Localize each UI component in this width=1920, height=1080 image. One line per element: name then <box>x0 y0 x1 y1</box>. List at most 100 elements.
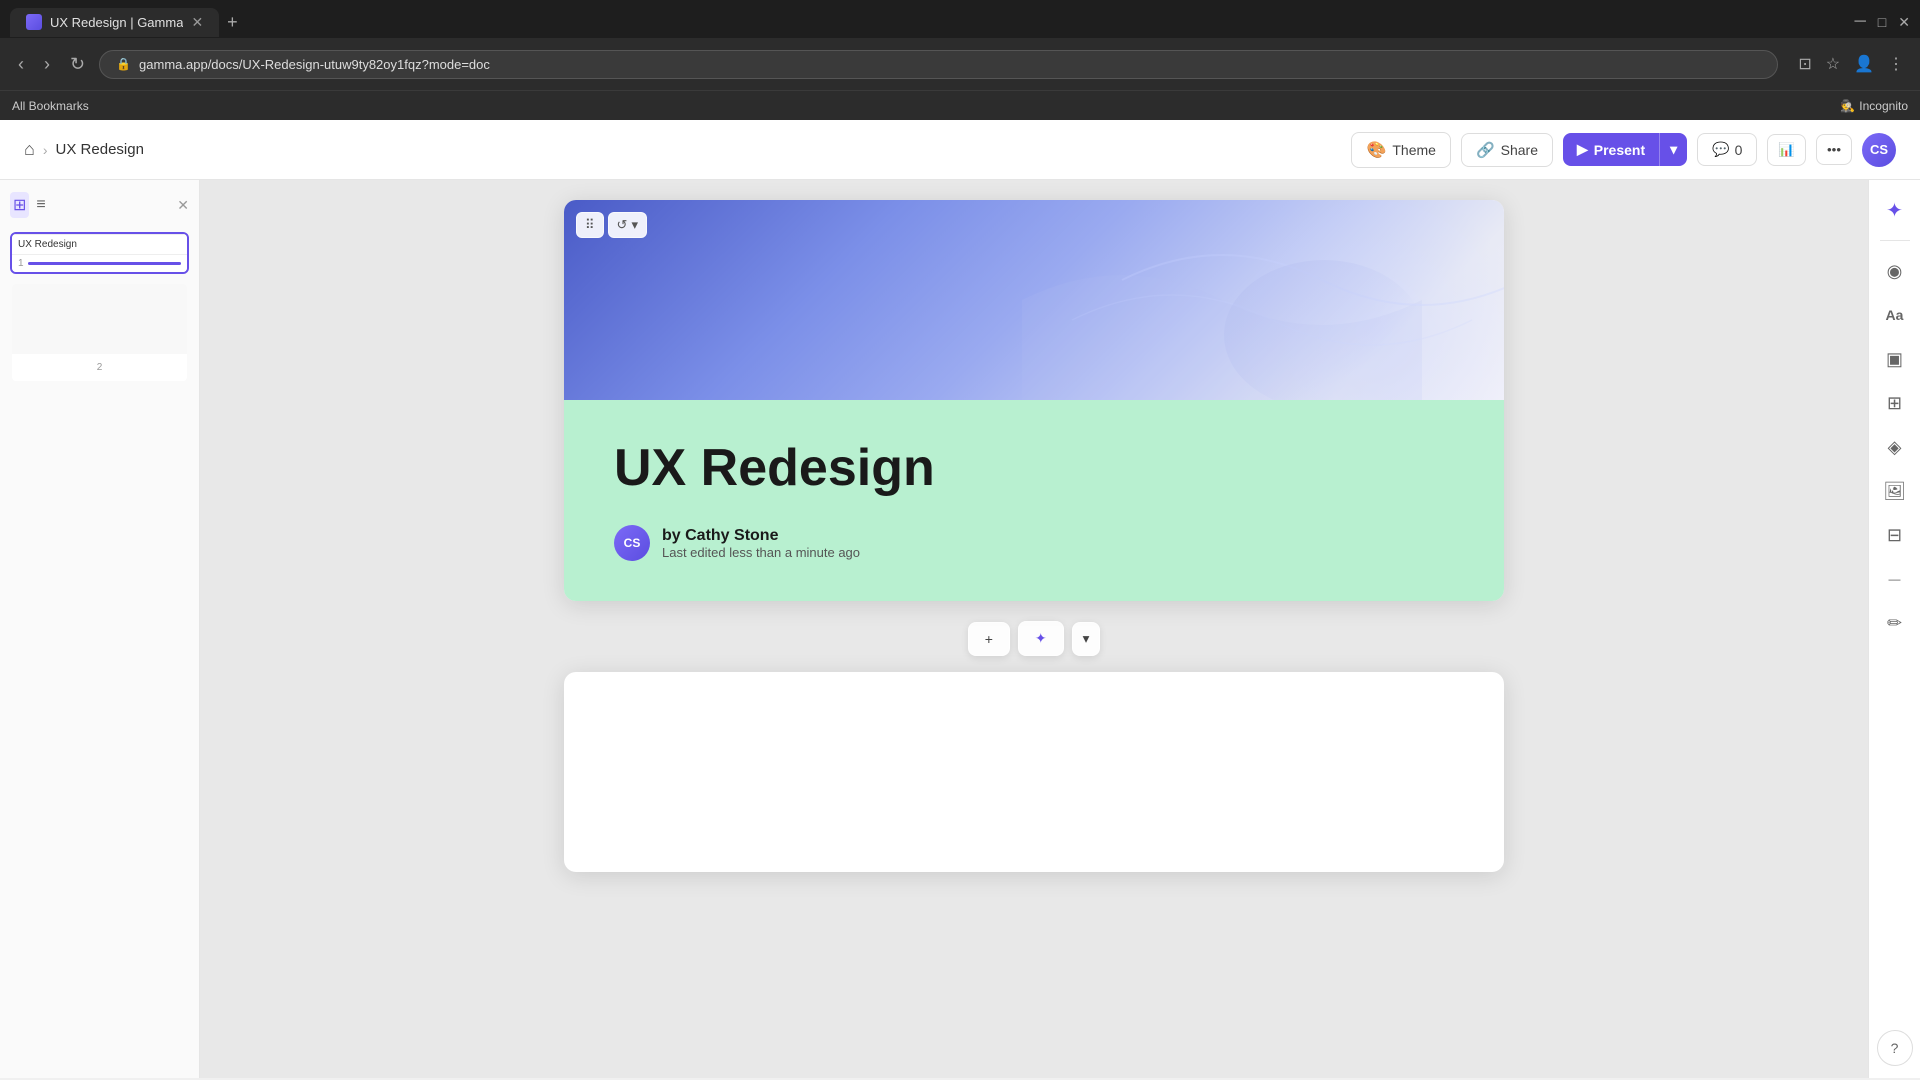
author-row: CS by Cathy Stone Last edited less than … <box>614 525 1454 561</box>
layout-btn[interactable]: ⊞ <box>1877 385 1913 421</box>
chevron-down-icon: ▾ <box>1083 631 1090 646</box>
comments-icon: 💬 <box>1712 141 1729 158</box>
author-name: by Cathy Stone <box>662 527 860 545</box>
tab-favicon <box>26 14 42 30</box>
comments-btn[interactable]: 💬 0 <box>1697 133 1757 166</box>
new-tab-btn[interactable]: + <box>227 12 238 33</box>
comments-count: 0 <box>1735 142 1743 158</box>
breadcrumb-title: UX Redesign <box>56 141 144 158</box>
panel-list-view-btn[interactable]: ≡ <box>33 192 48 218</box>
right-panel: ✦ ◉ Aa ▣ ⊞ ◈ 🖼 ⊟ <box>1868 180 1920 1078</box>
tab-close-btn[interactable]: ✕ <box>191 14 203 31</box>
author-last-edited: Last edited less than a minute ago <box>662 545 860 560</box>
divider-btn[interactable]: — <box>1877 561 1913 597</box>
back-btn[interactable]: ‹ <box>12 50 30 79</box>
breadcrumb-separator: › <box>43 142 48 158</box>
share-label: Share <box>1501 142 1538 158</box>
window-close-btn[interactable]: ✕ <box>1898 14 1910 31</box>
more-icon: ••• <box>1827 142 1841 157</box>
present-dropdown-btn[interactable]: ▾ <box>1659 133 1687 166</box>
user-avatar[interactable]: CS <box>1862 133 1896 167</box>
ai-assistant-btn[interactable]: ✦ <box>1877 192 1913 228</box>
home-btn[interactable]: ⌂ <box>24 139 35 160</box>
slide-toolbar: ⠿ ↺ ▾ <box>576 212 647 238</box>
present-btn[interactable]: ▶ Present ▾ <box>1563 133 1687 166</box>
right-panel-divider <box>1880 240 1910 241</box>
draw-btn[interactable]: ✏ <box>1877 605 1913 641</box>
draw-icon: ✏ <box>1887 613 1902 634</box>
theme-btn[interactable]: 🎨 Theme <box>1351 132 1451 168</box>
chart-icon: 📊 <box>1778 142 1795 157</box>
slide-2-num: 2 <box>97 362 103 373</box>
incognito-badge: 🕵 Incognito <box>1840 99 1908 113</box>
address-bar[interactable]: 🔒 gamma.app/docs/UX-Redesign-utuw9ty82oy… <box>99 50 1778 79</box>
lock-icon: 🔒 <box>116 57 131 71</box>
present-main[interactable]: ▶ Present <box>1563 133 1659 166</box>
card-btn[interactable]: ▣ <box>1877 341 1913 377</box>
more-btn[interactable]: ••• <box>1816 134 1852 165</box>
slide-layout-btn[interactable]: ↺ ▾ <box>608 212 647 238</box>
user-initials: CS <box>1870 142 1888 157</box>
add-card-toolbar: + ✦ ▾ <box>968 621 1101 656</box>
shapes-icon: ◈ <box>1888 437 1902 458</box>
text-icon: Aa <box>1886 307 1904 323</box>
text-btn[interactable]: Aa <box>1877 297 1913 333</box>
ai-sparkle-icon-right: ✦ <box>1886 198 1903 223</box>
card-icon: ▣ <box>1886 349 1903 370</box>
decorative-waves <box>940 200 1504 400</box>
image-icon: 🖼 <box>1883 481 1906 502</box>
extensions-btn[interactable]: ⊡ <box>1794 50 1815 78</box>
divider-icon: — <box>1889 572 1901 586</box>
slide-body: UX Redesign CS by Cathy Stone Last edite… <box>564 400 1504 601</box>
add-ai-card-btn[interactable]: ✦ <box>1018 621 1064 656</box>
slide-thumb-2[interactable]: 2 <box>10 282 189 383</box>
tab-title: UX Redesign | Gamma <box>50 15 183 30</box>
window-maximize-btn[interactable]: □ <box>1878 14 1886 30</box>
help-icon: ? <box>1891 1040 1899 1056</box>
image-btn[interactable]: 🖼 <box>1877 473 1913 509</box>
theme-icon: 🎨 <box>1366 140 1386 160</box>
add-dropdown-btn[interactable]: ▾ <box>1072 622 1101 656</box>
color-style-btn[interactable]: ◉ <box>1877 253 1913 289</box>
theme-label: Theme <box>1392 142 1436 158</box>
layout-arrow: ▾ <box>631 217 638 233</box>
profile-btn[interactable]: 👤 <box>1850 50 1878 78</box>
table-btn[interactable]: ⊟ <box>1877 517 1913 553</box>
slide-2-preview <box>12 284 187 354</box>
menu-btn[interactable]: ⋮ <box>1884 50 1908 78</box>
browser-tab[interactable]: UX Redesign | Gamma ✕ <box>10 8 219 37</box>
share-icon: 🔗 <box>1476 141 1495 159</box>
panel-grid-view-btn[interactable]: ⊞ <box>10 192 29 218</box>
slide-header-image <box>564 200 1504 400</box>
bookmarks-label: All Bookmarks <box>12 99 89 113</box>
add-icon: + <box>985 631 993 647</box>
panel-close-btn[interactable]: ✕ <box>177 197 189 214</box>
slide-card-2 <box>564 672 1504 872</box>
present-play-icon: ▶ <box>1577 141 1588 158</box>
slide-thumb-1[interactable]: UX Redesign 1 <box>10 232 189 274</box>
bookmark-star-btn[interactable]: ☆ <box>1822 50 1844 78</box>
forward-btn[interactable]: › <box>38 50 56 79</box>
author-info: by Cathy Stone Last edited less than a m… <box>662 527 860 560</box>
author-avatar: CS <box>614 525 650 561</box>
slide-drag-btn[interactable]: ⠿ <box>576 212 604 238</box>
slide-card-1: ⠿ ↺ ▾ UX Redesig <box>564 200 1504 601</box>
author-initials: CS <box>624 536 641 550</box>
incognito-icon: 🕵 <box>1840 99 1855 113</box>
rotate-icon: ↺ <box>617 217 628 233</box>
refresh-btn[interactable]: ↻ <box>64 50 91 79</box>
slide-1-num: 1 <box>18 258 24 269</box>
layout-icon: ⊞ <box>1887 393 1902 414</box>
slide-title: UX Redesign <box>614 440 1454 497</box>
present-label: Present <box>1594 142 1645 158</box>
analytics-btn[interactable]: 📊 <box>1767 134 1806 166</box>
window-minimize-btn[interactable]: ─ <box>1854 13 1865 31</box>
help-btn[interactable]: ? <box>1877 1030 1913 1066</box>
share-btn[interactable]: 🔗 Share <box>1461 133 1553 167</box>
shapes-btn[interactable]: ◈ <box>1877 429 1913 465</box>
app-header: ⌂ › UX Redesign 🎨 Theme 🔗 Share ▶ Presen… <box>0 120 1920 180</box>
slide-panel: ⊞ ≡ ✕ UX Redesign 1 2 <box>0 180 200 1078</box>
table-icon: ⊟ <box>1887 525 1902 546</box>
add-card-btn[interactable]: + <box>968 622 1010 656</box>
ai-sparkle-icon: ✦ <box>1035 630 1047 647</box>
